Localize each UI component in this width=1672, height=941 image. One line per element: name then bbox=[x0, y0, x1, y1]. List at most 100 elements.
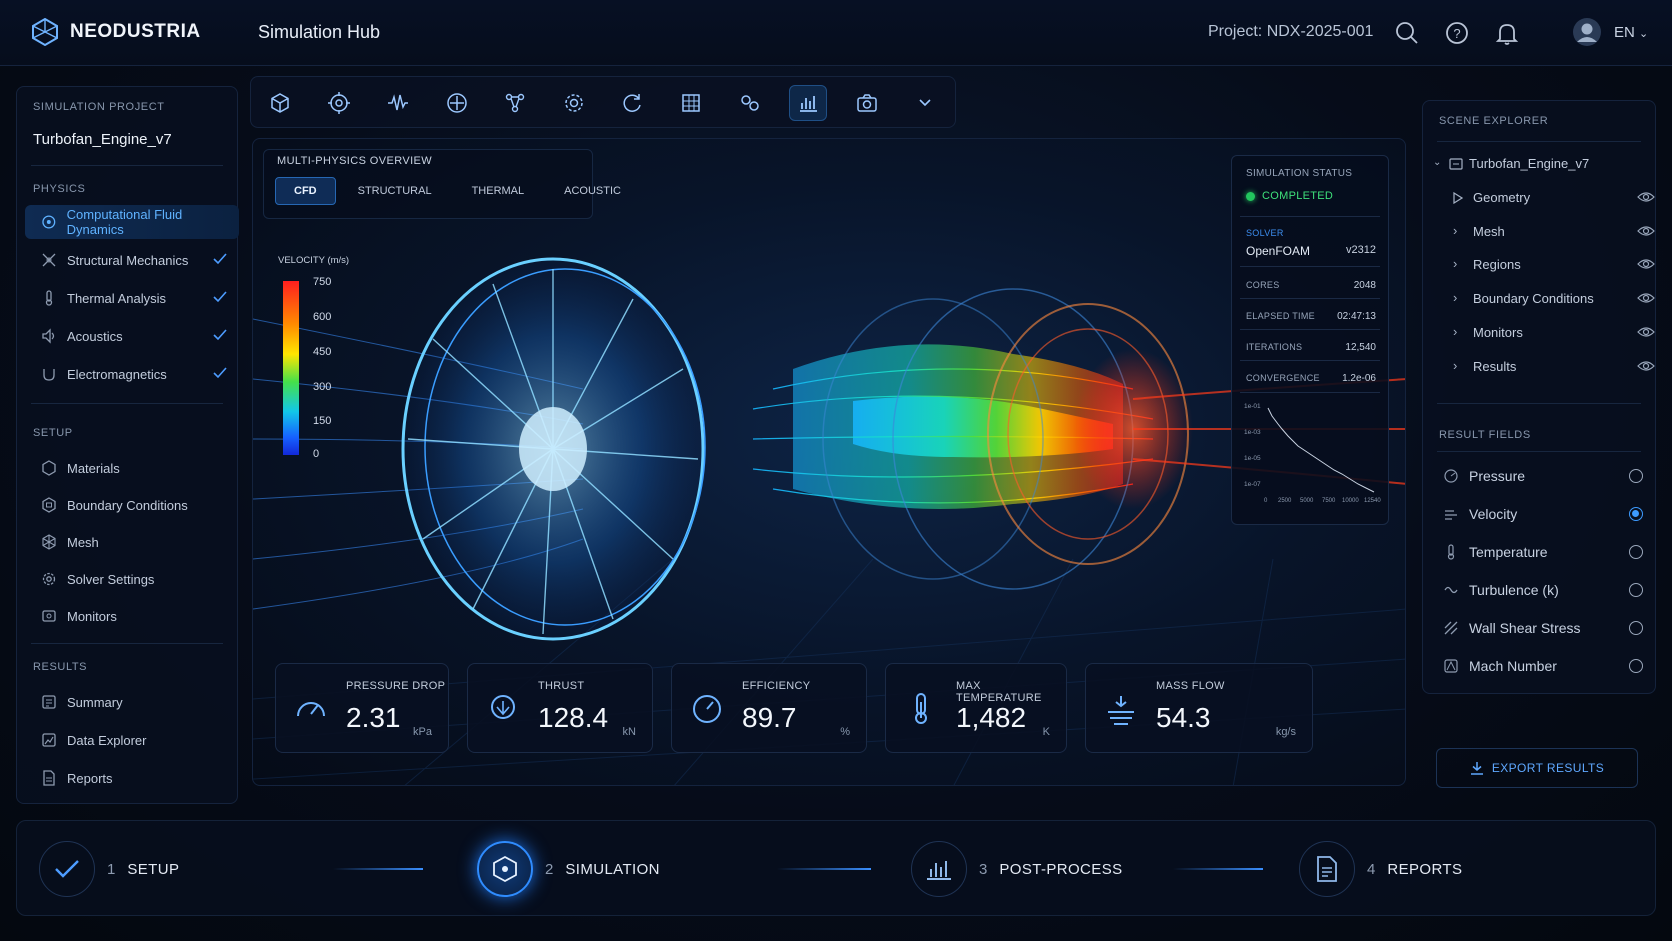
solver-label: SOLVER bbox=[1246, 228, 1284, 238]
metric-max-temperature: MAX TEMPERATURE 1,482 K bbox=[885, 663, 1067, 753]
target-tool-button[interactable] bbox=[320, 85, 358, 121]
legend-tick: 600 bbox=[313, 311, 332, 323]
scene-item-mesh[interactable]: › Mesh bbox=[1453, 223, 1671, 253]
brand[interactable]: NEODUSTRIA bbox=[32, 18, 201, 46]
results-chart-button[interactable] bbox=[789, 85, 827, 121]
field-turbulence[interactable]: Turbulence (k) bbox=[1443, 573, 1643, 607]
flow-tool-button[interactable] bbox=[496, 85, 534, 121]
signal-tool-button[interactable] bbox=[379, 85, 417, 121]
compass-tool-button[interactable] bbox=[438, 85, 476, 121]
export-results-button[interactable]: EXPORT RESULTS bbox=[1436, 748, 1638, 788]
tab-cfd[interactable]: CFD bbox=[275, 177, 336, 205]
nav-materials[interactable]: Materials bbox=[25, 451, 239, 485]
nav-thermal-label: Thermal Analysis bbox=[67, 290, 166, 306]
metric-label: PRESSURE DROP bbox=[346, 680, 446, 692]
nav-boundary-conditions-label: Boundary Conditions bbox=[67, 497, 188, 513]
language-select[interactable]: EN ⌄ bbox=[1614, 24, 1648, 41]
nav-solver-settings[interactable]: Solver Settings bbox=[25, 562, 239, 596]
radio-button[interactable] bbox=[1629, 621, 1643, 635]
nav-acoustics[interactable]: Acoustics bbox=[25, 319, 239, 353]
geometry-tool-button[interactable] bbox=[261, 85, 299, 121]
rotate-tool-button[interactable] bbox=[613, 85, 651, 121]
nav-thermal[interactable]: Thermal Analysis bbox=[25, 281, 239, 315]
scene-root-label: Turbofan_Engine_v7 bbox=[1469, 156, 1590, 171]
check-icon bbox=[213, 329, 227, 341]
nav-structural[interactable]: Structural Mechanics bbox=[25, 243, 239, 277]
field-velocity[interactable]: Velocity bbox=[1443, 497, 1643, 531]
radio-button[interactable] bbox=[1629, 545, 1643, 559]
elapsed-label: ELAPSED TIME bbox=[1246, 311, 1315, 321]
field-wall-shear-stress[interactable]: Wall Shear Stress bbox=[1443, 611, 1643, 645]
field-temperature[interactable]: Temperature bbox=[1443, 535, 1643, 569]
step-reports[interactable]: 4 REPORTS bbox=[1299, 841, 1462, 897]
setup-section-label: SETUP bbox=[33, 427, 73, 439]
scene-item-boundary-conditions[interactable]: › Boundary Conditions bbox=[1453, 290, 1671, 320]
nav-summary[interactable]: Summary bbox=[25, 685, 239, 719]
eye-icon[interactable] bbox=[1637, 326, 1655, 338]
nav-acoustics-label: Acoustics bbox=[67, 328, 123, 344]
tab-structural[interactable]: STRUCTURAL bbox=[340, 177, 450, 205]
chevron-down-icon: ⌄ bbox=[1639, 28, 1649, 40]
nav-data-explorer-label: Data Explorer bbox=[67, 732, 147, 748]
check-icon bbox=[213, 367, 227, 379]
nav-electromagnetics[interactable]: Electromagnetics bbox=[25, 357, 239, 391]
scene-item-monitors[interactable]: › Monitors bbox=[1453, 324, 1671, 354]
scene-root[interactable]: ⌄ Turbofan_Engine_v7 bbox=[1433, 155, 1651, 185]
grid-tool-button[interactable] bbox=[672, 85, 710, 121]
conv-x-tick: 2500 bbox=[1278, 498, 1292, 504]
step-post-process[interactable]: 3 POST-PROCESS bbox=[911, 841, 1123, 897]
shear-icon bbox=[1444, 621, 1458, 635]
nav-data-explorer[interactable]: Data Explorer bbox=[25, 723, 239, 757]
nav-cfd[interactable]: Computational Fluid Dynamics bbox=[25, 205, 239, 239]
nav-reports[interactable]: Reports bbox=[25, 761, 239, 795]
nav-monitors[interactable]: Monitors bbox=[25, 599, 239, 633]
field-mach-number[interactable]: Mach Number bbox=[1443, 649, 1643, 683]
tab-acoustic[interactable]: ACOUSTIC bbox=[546, 177, 639, 205]
step-circle-active bbox=[477, 841, 533, 897]
scene-item-geometry[interactable]: Geometry bbox=[1453, 189, 1671, 219]
status-badge: COMPLETED bbox=[1246, 190, 1333, 202]
legend-tick: 450 bbox=[313, 346, 332, 358]
summary-icon bbox=[42, 695, 56, 709]
radio-button-selected[interactable] bbox=[1629, 507, 1643, 521]
nav-boundary-conditions[interactable]: Boundary Conditions bbox=[25, 488, 239, 522]
eye-icon[interactable] bbox=[1637, 258, 1655, 270]
help-icon[interactable]: ? bbox=[1444, 20, 1470, 46]
conv-x-tick: 10000 bbox=[1342, 498, 1359, 504]
tab-thermal[interactable]: THERMAL bbox=[454, 177, 543, 205]
eye-icon[interactable] bbox=[1637, 225, 1655, 237]
iterations-value: 12,540 bbox=[1345, 342, 1376, 353]
more-tools-button[interactable] bbox=[906, 85, 944, 121]
metric-label: EFFICIENCY bbox=[742, 680, 811, 692]
step-setup[interactable]: 1 SETUP bbox=[39, 841, 179, 897]
simulation-viewport[interactable]: MULTI-PHYSICS OVERVIEW CFD STRUCTURAL TH… bbox=[252, 138, 1406, 786]
field-pressure[interactable]: Pressure bbox=[1443, 459, 1643, 493]
search-icon[interactable] bbox=[1394, 20, 1420, 46]
cores-value: 2048 bbox=[1353, 280, 1376, 291]
eye-icon[interactable] bbox=[1637, 191, 1655, 203]
nav-mesh[interactable]: Mesh bbox=[25, 525, 239, 559]
scene-item-regions[interactable]: › Regions bbox=[1453, 256, 1671, 286]
toolbar bbox=[250, 76, 956, 128]
play-icon bbox=[1453, 192, 1463, 204]
link-tool-button[interactable] bbox=[731, 85, 769, 121]
eye-icon[interactable] bbox=[1637, 292, 1655, 304]
nav-monitors-label: Monitors bbox=[67, 608, 117, 624]
radio-button[interactable] bbox=[1629, 469, 1643, 483]
solver-name: OpenFOAM bbox=[1246, 244, 1311, 258]
turbulence-icon bbox=[1444, 586, 1458, 594]
bell-icon[interactable] bbox=[1494, 20, 1520, 46]
molecule-icon bbox=[741, 95, 759, 111]
camera-button[interactable] bbox=[848, 85, 886, 121]
radio-button[interactable] bbox=[1629, 659, 1643, 673]
convergence-label: CONVERGENCE bbox=[1246, 373, 1320, 383]
radio-button[interactable] bbox=[1629, 583, 1643, 597]
flow-icon bbox=[1108, 696, 1134, 725]
field-label: Wall Shear Stress bbox=[1469, 620, 1581, 636]
avatar[interactable] bbox=[1572, 17, 1602, 47]
scene-item-results[interactable]: › Results bbox=[1453, 358, 1671, 388]
metric-mass-flow: MASS FLOW 54.3 kg/s bbox=[1085, 663, 1313, 753]
eye-icon[interactable] bbox=[1637, 360, 1655, 372]
step-simulation[interactable]: 2 SIMULATION bbox=[477, 841, 660, 897]
settings-tool-button[interactable] bbox=[555, 85, 593, 121]
